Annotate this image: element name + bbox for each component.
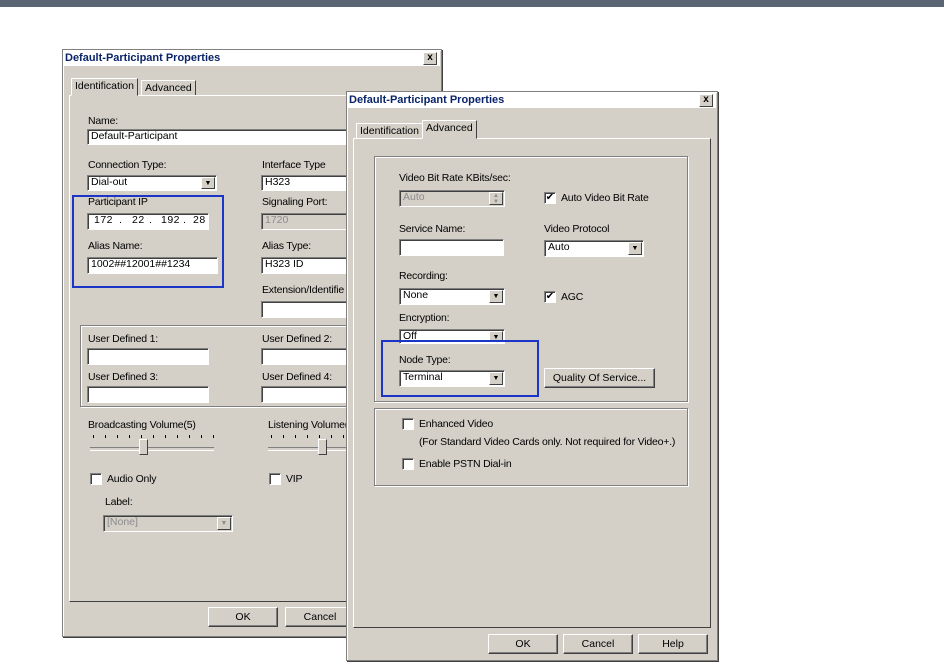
audio-only-checkbox[interactable] [90,473,102,485]
name-label: Name: [88,115,118,127]
recording-select[interactable]: None ▼ [399,288,505,305]
signaling-port-field: 1720 [261,213,351,230]
tab-identification[interactable]: Identification [356,123,423,139]
cancel-button[interactable]: Cancel [563,634,633,654]
service-name-field[interactable] [399,239,504,256]
user-defined-2-label: User Defined 2: [262,333,332,345]
dialog-title: Default-Participant Properties [64,51,440,66]
alias-type-field[interactable]: H323 ID [261,257,351,274]
auto-video-bit-rate-label: Auto Video Bit Rate [561,192,649,204]
recording-label: Recording: [399,270,448,282]
broadcasting-volume-track [90,447,214,451]
dialog-title: Default-Participant Properties [348,93,716,108]
close-icon[interactable]: x [699,94,713,107]
broadcasting-volume-ticks [93,435,214,438]
tab-advanced[interactable]: Advanced [141,80,196,96]
recording-value: None [403,289,429,301]
audio-only-label: Audio Only [107,473,157,485]
listening-volume-track [268,447,352,451]
listening-volume-ticks [271,435,351,438]
signaling-port-label: Signaling Port: [262,196,328,208]
video-bit-rate-value: Auto [403,191,425,203]
chevron-down-icon[interactable]: ▼ [201,177,215,189]
video-protocol-label: Video Protocol [544,223,610,235]
video-bit-rate-field: Auto ▲ ▼ [399,190,505,207]
top-banner [0,0,944,7]
help-button[interactable]: Help [638,634,708,654]
connection-type-label: Connection Type: [88,159,167,171]
tab-advanced[interactable]: Advanced [422,120,477,139]
video-protocol-select[interactable]: Auto ▼ [544,240,644,257]
vip-label: VIP [286,473,303,485]
agc-checkbox[interactable]: ✔ [544,291,556,303]
chevron-down-icon[interactable]: ▼ [489,290,503,303]
enhanced-video-note: (For Standard Video Cards only. Not requ… [419,436,676,448]
highlight-box-ip-alias [72,195,224,288]
enhanced-video-label: Enhanced Video [419,418,494,430]
enable-pstn-checkbox[interactable] [402,458,414,470]
interface-type-field[interactable]: H323 [261,175,351,191]
video-protocol-value: Auto [548,241,570,253]
agc-label: AGC [561,291,584,303]
user-defined-1-field[interactable] [87,348,209,365]
cancel-button[interactable]: Cancel [285,607,355,627]
user-defined-3-label: User Defined 3: [88,371,158,383]
listening-volume-label: Listening Volume( [268,419,349,431]
chevron-down-icon: ▼ [217,517,231,530]
label-value: [None] [107,516,138,528]
user-defined-3-field[interactable] [87,386,209,403]
enable-pstn-label: Enable PSTN Dial-in [419,458,512,470]
listening-volume-slider[interactable] [318,439,327,455]
enhanced-video-checkbox[interactable] [402,418,414,430]
properties-dialog-advanced: Default-Participant Properties x Identif… [346,91,718,661]
label-select: [None] ▼ [103,515,233,532]
broadcasting-volume-label: Broadcasting Volume(5) [88,419,196,431]
quality-of-service-button[interactable]: Quality Of Service... [544,368,655,388]
broadcasting-volume-slider[interactable] [139,439,148,455]
ok-button[interactable]: OK [208,607,278,627]
extension-label: Extension/Identifie [262,284,345,296]
connection-type-select[interactable]: Dial-out ▼ [87,175,217,191]
tab-identification[interactable]: Identification [71,78,138,96]
label-label: Label: [105,496,133,508]
alias-type-label: Alias Type: [262,240,311,252]
video-bit-rate-label: Video Bit Rate KBits/sec: [399,172,511,184]
connection-type-value: Dial-out [91,176,128,188]
user-defined-4-field[interactable] [261,386,351,403]
service-name-label: Service Name: [399,223,466,235]
name-field[interactable]: Default-Participant [87,129,347,145]
highlight-box-node-type [381,340,539,397]
interface-type-label: Interface Type [262,159,326,171]
user-defined-2-field[interactable] [261,348,351,365]
ok-button[interactable]: OK [488,634,558,654]
spinner-icon: ▲ ▼ [489,192,503,205]
vip-checkbox[interactable] [269,473,281,485]
encryption-label: Encryption: [399,312,450,324]
user-defined-1-label: User Defined 1: [88,333,158,345]
user-defined-4-label: User Defined 4: [262,371,332,383]
extension-field[interactable] [261,301,351,318]
chevron-down-icon[interactable]: ▼ [628,242,642,255]
auto-video-bit-rate-checkbox[interactable]: ✔ [544,192,556,204]
close-icon[interactable]: x [423,52,437,65]
